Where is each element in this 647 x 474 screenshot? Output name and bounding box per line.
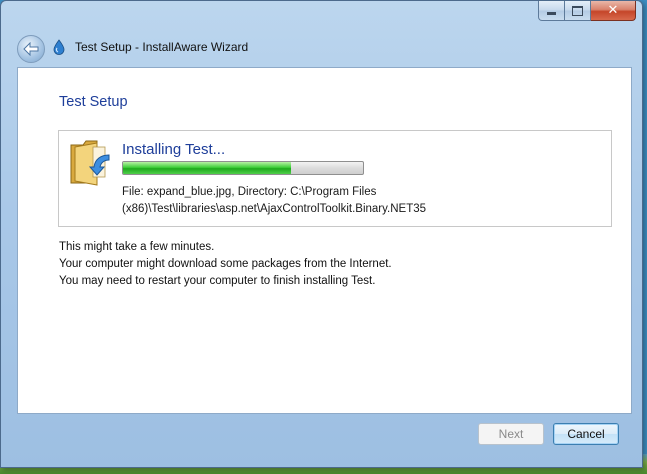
maximize-button[interactable] — [565, 1, 591, 21]
back-button[interactable] — [17, 35, 45, 63]
current-file-line: File: expand_blue.jpg, Directory: C:\Pro… — [122, 186, 377, 198]
current-file-text: File: expand_blue.jpg, Directory: C:\Pro… — [122, 184, 602, 218]
close-button[interactable]: ✕ — [591, 1, 636, 21]
wizard-window: ✕ Test Setup - InstallAware Wizard Test … — [0, 0, 643, 468]
progress-bar — [122, 161, 364, 175]
info-messages: This might take a few minutes. Your comp… — [59, 239, 392, 290]
minimize-icon — [547, 12, 556, 15]
info-message: You may need to restart your computer to… — [59, 275, 376, 287]
status-panel: Installing Test... File: expand_blue.jpg… — [58, 130, 612, 227]
next-button[interactable]: Next — [478, 423, 544, 445]
status-title: Installing Test... — [122, 141, 226, 158]
installer-app-icon — [53, 39, 65, 55]
minimize-button[interactable] — [538, 1, 565, 21]
page-heading: Test Setup — [59, 94, 128, 110]
back-arrow-icon — [23, 42, 39, 56]
close-icon: ✕ — [607, 3, 619, 18]
cancel-button[interactable]: Cancel — [553, 423, 619, 445]
current-directory-line: (x86)\Test\libraries\asp.net\AjaxControl… — [122, 203, 427, 215]
wizard-content: Test Setup Installing Test... File: expa… — [17, 67, 632, 414]
progress-fill — [123, 162, 291, 174]
folder-install-icon — [70, 140, 110, 186]
info-message: Your computer might download some packag… — [59, 258, 392, 270]
window-controls: ✕ — [538, 1, 636, 21]
info-message: This might take a few minutes. — [59, 241, 215, 253]
maximize-icon — [572, 5, 583, 16]
window-title: Test Setup - InstallAware Wizard — [75, 40, 249, 54]
